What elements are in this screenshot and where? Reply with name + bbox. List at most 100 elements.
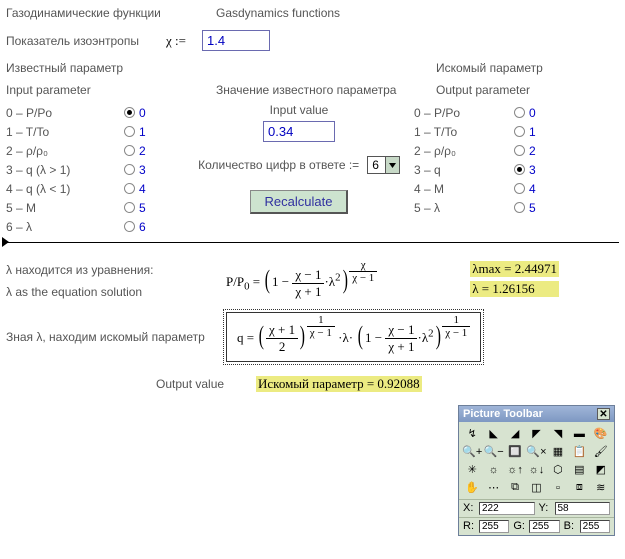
input-param-digit-4: 4 — [139, 182, 146, 196]
input-param-radio-6[interactable]: 6 — [124, 217, 184, 236]
input-param-label-2: 2 – ρ/ρ₀ — [6, 141, 124, 160]
output-param-label: Output parameter — [436, 83, 530, 97]
radio-icon — [124, 126, 135, 137]
radio-icon — [514, 202, 525, 213]
input-param-radio-1[interactable]: 1 — [124, 122, 184, 141]
toolbar-arrow-icon[interactable]: ↯ — [462, 425, 482, 442]
close-icon[interactable]: ✕ — [597, 408, 610, 420]
radio-icon — [514, 126, 525, 137]
color-b-label: B: — [564, 520, 576, 533]
toolbar-layers-icon[interactable]: ≋ — [591, 479, 611, 496]
input-param-radio-0[interactable]: 0 — [124, 103, 184, 122]
toolbar-zoom-in-icon[interactable]: 🔍+ — [462, 443, 482, 460]
radio-icon — [514, 145, 525, 156]
output-param-radio-1[interactable]: 1 — [514, 122, 564, 141]
equation-ppo: P/P0 = (1 − χ − 1χ + 1·λ2)χχ − 1 — [226, 263, 377, 300]
radio-icon — [124, 145, 135, 156]
toolbar-poly-icon[interactable]: ⬡ — [548, 461, 568, 478]
output-param-radios: 0 1 2 3 4 5 — [514, 103, 564, 236]
known-value-label: Значение известного параметра — [216, 83, 436, 97]
color-g-value: 255 — [529, 520, 559, 533]
output-param-radio-5[interactable]: 5 — [514, 198, 564, 217]
input-param-radio-4[interactable]: 4 — [124, 179, 184, 198]
output-param-digit-0: 0 — [529, 106, 536, 120]
input-value-label: Input value — [184, 103, 414, 117]
input-param-digit-0: 0 — [139, 106, 146, 120]
input-param-radio-2[interactable]: 2 — [124, 141, 184, 160]
coord-y-label: Y: — [539, 502, 551, 515]
digits-dropdown[interactable]: 6 — [367, 156, 400, 174]
output-param-radio-0[interactable]: 0 — [514, 103, 564, 122]
input-param-options: 0 – P/Po1 – T/To2 – ρ/ρ₀3 – q (λ > 1)4 –… — [6, 103, 124, 236]
toolbar-crop-icon[interactable]: ⧉ — [505, 479, 525, 496]
radio-icon — [124, 202, 135, 213]
output-param-digit-4: 4 — [529, 182, 536, 196]
toolbar-bright-up-icon[interactable]: ☼↑ — [505, 461, 525, 478]
toolbar-table-icon[interactable]: ▤ — [569, 461, 589, 478]
recalculate-button[interactable]: Recalculate — [250, 190, 349, 214]
toolbar-star-icon[interactable]: ✳ — [462, 461, 482, 478]
input-param-radio-3[interactable]: 3 — [124, 160, 184, 179]
output-param-digit-5: 5 — [529, 201, 536, 215]
sought-param-label: Искомый параметр — [436, 61, 543, 75]
toolbar-skew-l-icon[interactable]: ◤ — [526, 425, 546, 442]
isentrope-label: Показатель изоэнтропы — [6, 34, 166, 48]
output-param-digit-2: 2 — [529, 144, 536, 158]
color-r-value: 255 — [479, 520, 509, 533]
output-param-options: 0 – P/Po1 – T/To2 – ρ/ρ₀3 – q4 – M5 – λ — [414, 103, 514, 236]
toolbar-paint-icon[interactable]: 🖌 — [591, 443, 611, 460]
input-param-radio-5[interactable]: 5 — [124, 198, 184, 217]
lambda-badge: λ = 1.26156 — [470, 281, 559, 297]
output-param-digit-3: 3 — [529, 163, 536, 177]
lambda-from-eq-en: λ as the equation solution — [6, 285, 226, 299]
chevron-down-icon — [385, 157, 399, 173]
chi-input[interactable] — [202, 30, 270, 51]
toolbar-grid-icon[interactable]: ▦ — [548, 443, 568, 460]
toolbar-flip-v-icon[interactable]: ◢ — [505, 425, 525, 442]
input-param-label-4: 4 – q (λ < 1) — [6, 179, 124, 198]
toolbar-hand-icon[interactable]: ✋ — [462, 479, 482, 496]
output-param-radio-2[interactable]: 2 — [514, 141, 564, 160]
chi-symbol: χ := — [166, 33, 202, 49]
picture-toolbar[interactable]: Picture Toolbar ✕ ↯◣◢◤◥▬🎨 🔍+🔍−🔲🔍×▦📋🖌 ✳☼☼↑☼… — [458, 405, 615, 536]
toolbar-dotted-icon[interactable]: ⋯ — [483, 479, 503, 496]
color-r-label: R: — [463, 520, 475, 533]
output-param-label-1: 1 – T/To — [414, 122, 514, 141]
input-param-radios: 0123456 — [124, 103, 184, 236]
toolbar-titlebar[interactable]: Picture Toolbar ✕ — [459, 406, 614, 422]
toolbar-flip-h-icon[interactable]: ◣ — [483, 425, 503, 442]
toolbar-skew-r-icon[interactable]: ◥ — [548, 425, 568, 442]
toolbar-zoom-out-icon[interactable]: 🔍− — [483, 443, 503, 460]
digits-label: Количество цифр в ответе := — [198, 158, 359, 172]
title-ru: Газодинамические функции — [6, 6, 216, 20]
toolbar-zoom-box-icon[interactable]: 🔲 — [505, 443, 525, 460]
known-lambda-line: Зная λ, находим искомый параметр — [6, 330, 226, 344]
input-param-label-1: 1 – T/To — [6, 122, 124, 141]
known-param-label: Известный параметр — [6, 61, 436, 75]
radio-icon — [124, 107, 135, 118]
toolbar-move-icon[interactable]: ⧈ — [569, 479, 589, 496]
output-param-label-4: 4 – M — [414, 179, 514, 198]
output-param-radio-3[interactable]: 3 — [514, 160, 564, 179]
toolbar-color-icon[interactable]: 🎨 — [591, 425, 611, 442]
toolbar-fill-icon[interactable]: ◫ — [526, 479, 546, 496]
toolbar-bright-icon[interactable]: ☼ — [483, 461, 503, 478]
input-param-label: Input parameter — [6, 83, 216, 97]
output-param-label-3: 3 – q — [414, 160, 514, 179]
lambda-max-badge: λmax = 2.44971 — [470, 261, 559, 277]
toolbar-mask-icon[interactable]: ◩ — [591, 461, 611, 478]
toolbar-bright-dn-icon[interactable]: ☼↓ — [526, 461, 546, 478]
output-param-radio-4[interactable]: 4 — [514, 179, 564, 198]
toolbar-zoom-cancel-icon[interactable]: 🔍× — [526, 443, 546, 460]
input-param-label-0: 0 – P/Po — [6, 103, 124, 122]
coord-x-value: 222 — [479, 502, 535, 515]
toolbar-line-icon[interactable]: ▬ — [569, 425, 589, 442]
radio-icon — [514, 164, 525, 175]
toolbar-point-icon[interactable]: ▫ — [548, 479, 568, 496]
digits-value: 6 — [368, 158, 385, 172]
toolbar-title: Picture Toolbar — [463, 408, 543, 420]
toolbar-clipboard-icon[interactable]: 📋 — [569, 443, 589, 460]
input-param-digit-5: 5 — [139, 201, 146, 215]
input-value-field[interactable] — [263, 121, 335, 142]
input-param-digit-1: 1 — [139, 125, 146, 139]
